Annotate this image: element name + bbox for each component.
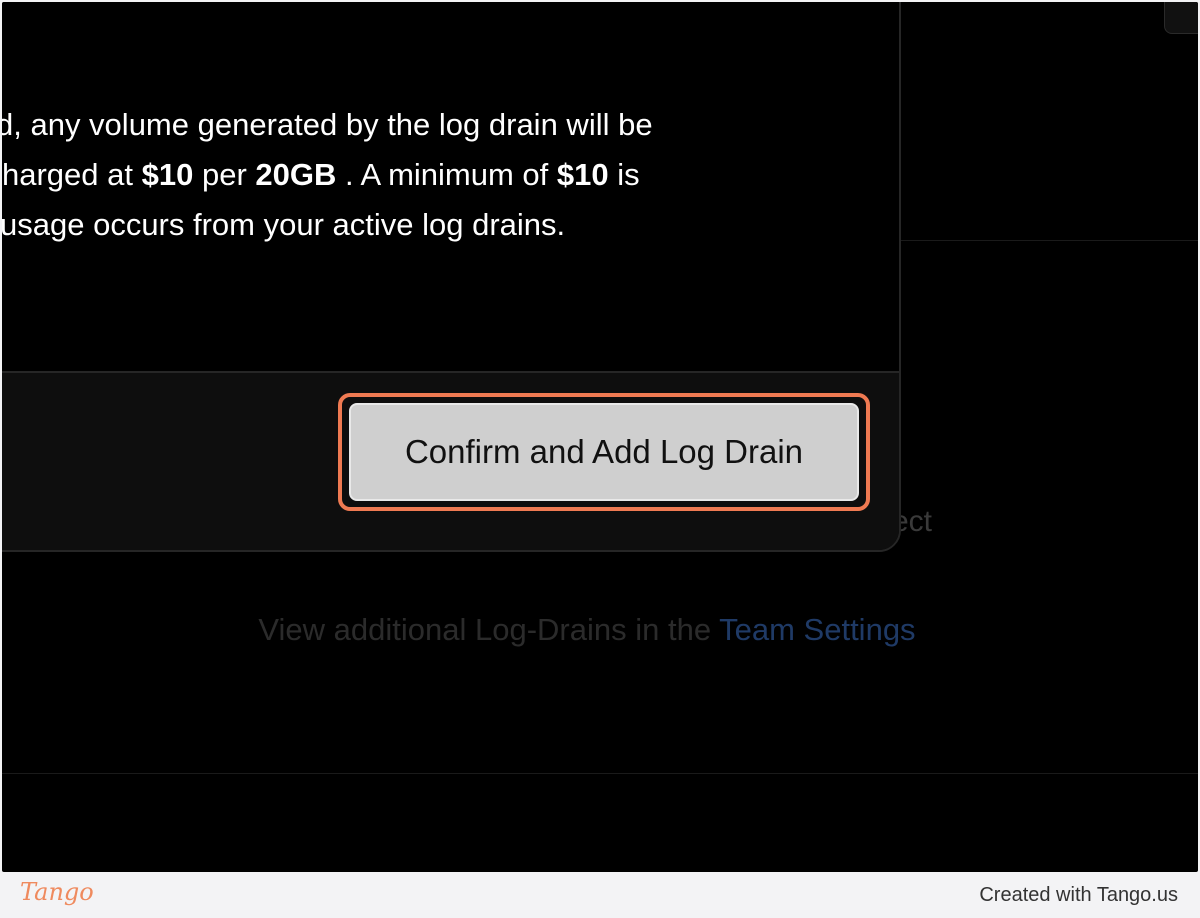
price-value: $10	[141, 157, 194, 192]
pricing-text: is	[608, 157, 640, 192]
background-divider	[2, 773, 1198, 774]
pricing-text: per	[193, 157, 256, 192]
pricing-text-line-2: harged at $10 per 20GB . A minimum of $1…	[2, 150, 640, 200]
app-screen: ect View additional Log-Drains in the Te…	[2, 2, 1198, 872]
add-log-drain-dialog: in d, any volume generated by the log dr…	[2, 2, 901, 552]
log-drains-hint: View additional Log-Drains in the Team S…	[2, 612, 1172, 648]
pricing-text-line-3: usage occurs from your active log drains…	[2, 207, 566, 242]
volume-value: 20GB	[255, 157, 337, 192]
dialog-footer: Confirm and Add Log Drain	[2, 371, 899, 550]
background-divider	[895, 240, 1198, 241]
pricing-text-line-1: d, any volume generated by the log drain…	[2, 107, 653, 142]
tango-credit: Created with Tango.us	[979, 884, 1178, 906]
confirm-add-log-drain-button[interactable]: Confirm and Add Log Drain	[349, 403, 859, 501]
click-highlight: Confirm and Add Log Drain	[338, 393, 870, 511]
log-drains-hint-text: View additional Log-Drains in the	[258, 612, 720, 647]
minimum-value: $10	[556, 157, 609, 192]
tango-footer: Tango Created with Tango.us	[0, 872, 1200, 918]
pricing-text: . A minimum of	[336, 157, 557, 192]
team-settings-link[interactable]: Team Settings	[719, 612, 915, 647]
pricing-text: harged at	[2, 157, 142, 192]
tango-logo: Tango	[20, 878, 94, 906]
background-corner-control	[1164, 2, 1198, 34]
